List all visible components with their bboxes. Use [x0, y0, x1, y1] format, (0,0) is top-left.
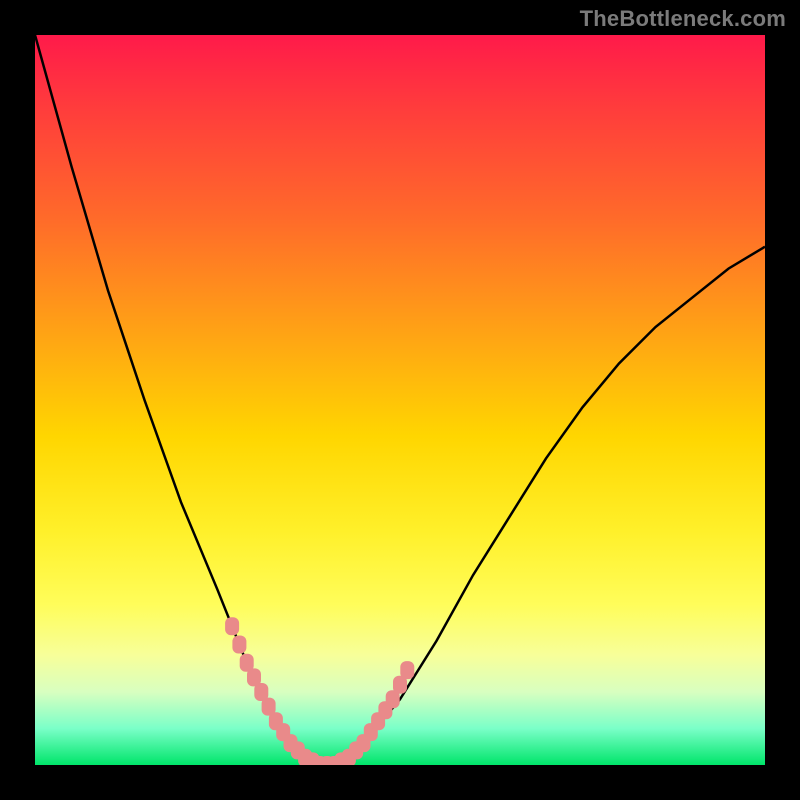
plot-area — [35, 35, 765, 765]
marker-dot — [400, 661, 414, 679]
curve-line — [35, 35, 765, 765]
marker-dot — [232, 636, 246, 654]
bottleneck-curve-path — [35, 35, 765, 765]
marker-dots — [225, 617, 414, 765]
marker-dot — [225, 617, 239, 635]
chart-frame: TheBottleneck.com — [0, 0, 800, 800]
chart-svg — [35, 35, 765, 765]
watermark-text: TheBottleneck.com — [580, 6, 786, 32]
